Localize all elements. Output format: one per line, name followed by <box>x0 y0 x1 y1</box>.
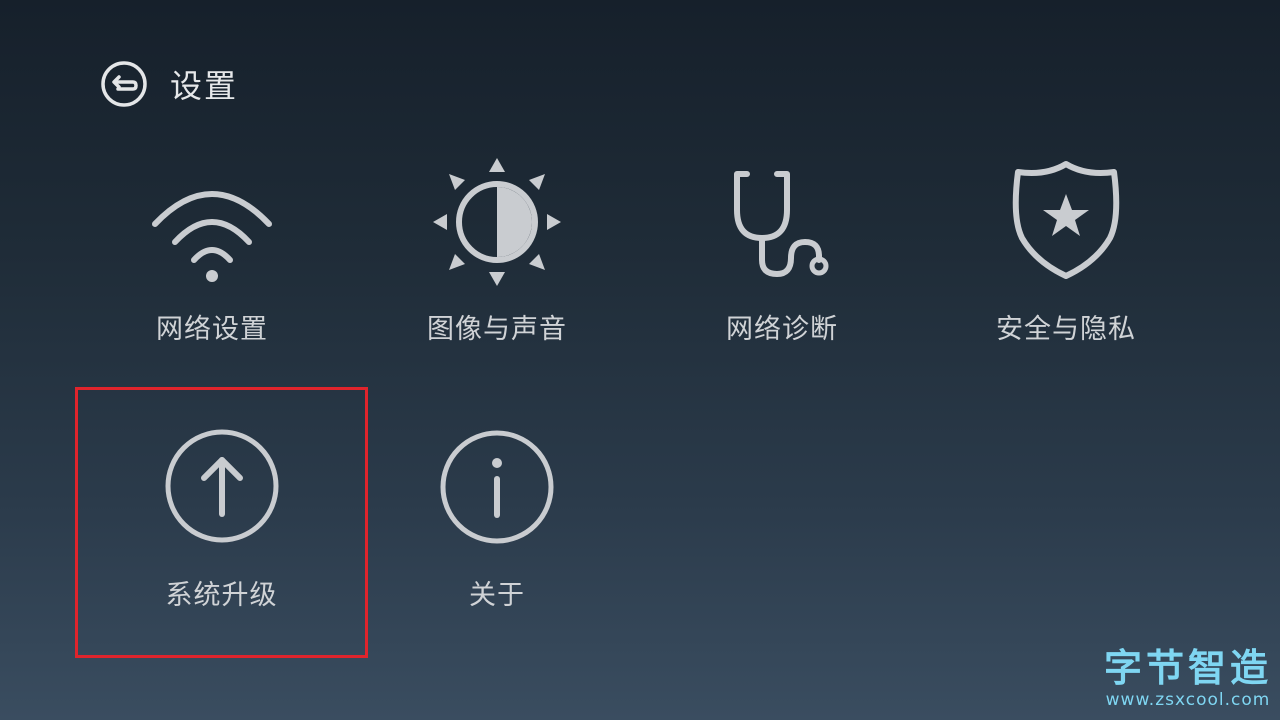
tile-label: 安全与隐私 <box>996 314 1136 345</box>
tile-network-diagnosis[interactable]: 网络诊断 <box>637 150 927 412</box>
stethoscope-icon <box>734 171 829 278</box>
tile-system-upgrade[interactable]: 系统升级 <box>75 387 368 658</box>
tile-label: 网络诊断 <box>726 314 838 345</box>
wifi-icon <box>152 191 272 282</box>
info-icon <box>440 430 554 544</box>
header: 设置 <box>100 58 238 110</box>
watermark-title: 字节智造 <box>1103 646 1272 690</box>
tile-label: 图像与声音 <box>427 314 567 345</box>
shield-star-icon <box>1012 161 1120 279</box>
upgrade-arrow-icon <box>165 429 278 543</box>
tile-security-privacy[interactable]: 安全与隐私 <box>921 150 1211 412</box>
brightness-icon <box>433 158 561 286</box>
tile-label: 关于 <box>469 580 525 611</box>
watermark: 字节智造 www.zsxcool.com <box>1104 646 1272 710</box>
tile-network-settings[interactable]: 网络设置 <box>67 150 357 412</box>
tile-label: 网络设置 <box>156 314 268 345</box>
tile-label: 系统升级 <box>165 580 278 611</box>
page-title: 设置 <box>170 67 239 105</box>
tile-picture-sound[interactable]: 图像与声音 <box>352 150 642 412</box>
back-icon <box>101 61 147 107</box>
tile-about[interactable]: 关于 <box>352 387 642 649</box>
watermark-url: www.zsxcool.com <box>1105 690 1271 710</box>
back-button[interactable] <box>100 60 148 108</box>
